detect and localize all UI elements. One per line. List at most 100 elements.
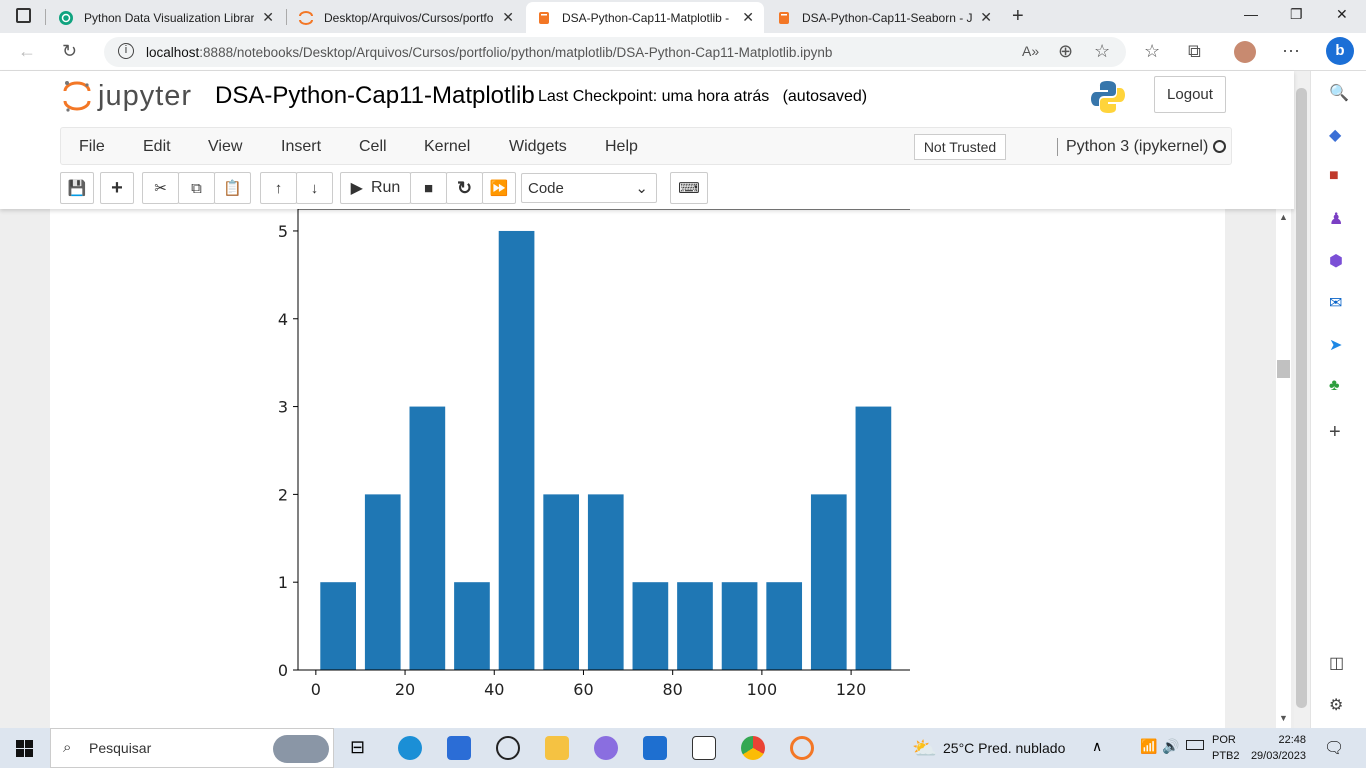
- close-tab-icon[interactable]: ✕: [262, 9, 274, 26]
- tab-matplotlib[interactable]: DSA-Python-Cap11-Matplotlib - ✕: [526, 2, 764, 33]
- windows-taskbar: ⌕ Pesquisar ⊟ ⛅ 25°C Pred. nublado ∧ 📶 🔊…: [0, 728, 1366, 768]
- volume-icon[interactable]: 🔊: [1162, 738, 1179, 755]
- notebook-scrollbar[interactable]: ▲ ▼: [1276, 209, 1291, 728]
- y-tick-label-2: 2: [278, 485, 288, 504]
- python-logo-icon: [1091, 81, 1125, 113]
- close-window-icon[interactable]: ✕: [1336, 6, 1348, 23]
- copilot-icon[interactable]: [594, 736, 618, 760]
- jupyter-logo[interactable]: jupyter: [62, 79, 192, 113]
- menu-widgets[interactable]: Widgets: [509, 138, 567, 156]
- url-host: localhost: [146, 44, 200, 60]
- copy-button[interactable]: ⧉: [178, 172, 215, 204]
- menu-kernel[interactable]: Kernel: [424, 138, 470, 156]
- collections-icon[interactable]: ⧉: [1188, 41, 1201, 62]
- outlook-icon[interactable]: ✉: [1329, 293, 1342, 313]
- paste-button[interactable]: 📋: [214, 172, 251, 204]
- dell-icon[interactable]: [496, 736, 520, 760]
- add-icon[interactable]: +: [1329, 421, 1341, 444]
- new-tab-icon[interactable]: +: [1012, 5, 1024, 28]
- jupyter-taskbar-icon[interactable]: [790, 736, 814, 760]
- send-icon[interactable]: ➤: [1329, 335, 1342, 355]
- run-button[interactable]: ▶ Run: [340, 172, 411, 204]
- kernel-status-icon: [1213, 140, 1226, 153]
- zoom-icon[interactable]: ⊕: [1058, 41, 1073, 62]
- tray-chevron-icon[interactable]: ∧: [1092, 738, 1102, 755]
- menu-insert[interactable]: Insert: [281, 138, 321, 156]
- logout-button[interactable]: Logout: [1154, 76, 1226, 113]
- sidebar-layout-icon[interactable]: ◫: [1329, 653, 1344, 673]
- search-icon[interactable]: 🔍: [1329, 83, 1349, 103]
- info-icon[interactable]: i: [118, 43, 134, 59]
- insert-cell-button[interactable]: +: [100, 172, 134, 204]
- save-button[interactable]: 💾: [60, 172, 94, 204]
- notifications-icon[interactable]: 🗨: [1324, 738, 1344, 758]
- move-down-button[interactable]: ↓: [296, 172, 333, 204]
- arrow-up-icon: ↑: [274, 179, 283, 197]
- restart-run-all-button[interactable]: ⏩: [482, 172, 516, 204]
- tab-seaborn[interactable]: DSA-Python-Cap11-Seaborn - Ju ✕: [766, 2, 1002, 33]
- tab-actions-icon[interactable]: [16, 8, 31, 23]
- restart-button[interactable]: ↻: [446, 172, 483, 204]
- command-palette-button[interactable]: ⌨: [670, 172, 708, 204]
- url-path: :8888/notebooks/Desktop/Arquivos/Cursos/…: [199, 44, 833, 60]
- menu-help[interactable]: Help: [605, 138, 638, 156]
- office-icon[interactable]: ⬢: [1329, 251, 1343, 271]
- games-icon[interactable]: ♟: [1329, 209, 1343, 229]
- notebook-scrollbar-thumb[interactable]: [1277, 360, 1290, 378]
- taskbar-search[interactable]: ⌕ Pesquisar: [50, 728, 334, 768]
- menu-file[interactable]: File: [79, 138, 105, 156]
- clock[interactable]: 22:48 29/03/2023: [1248, 732, 1306, 764]
- scroll-down-icon[interactable]: ▼: [1279, 713, 1288, 723]
- lang-2: PTB2: [1212, 750, 1240, 762]
- network-icon[interactable]: 📶: [1140, 738, 1157, 755]
- move-up-button[interactable]: ↑: [260, 172, 297, 204]
- bing-icon[interactable]: b: [1326, 37, 1354, 65]
- cell-type-select[interactable]: Code ⌄: [521, 173, 657, 203]
- close-tab-icon[interactable]: ✕: [742, 9, 754, 26]
- notebook-name[interactable]: DSA-Python-Cap11-Matplotlib: [215, 82, 535, 110]
- notepad-icon[interactable]: [692, 736, 716, 760]
- weather-text[interactable]: 25°C Pred. nublado: [943, 740, 1065, 756]
- close-tab-icon[interactable]: ✕: [502, 9, 514, 26]
- x-tick-label-1: 20: [395, 680, 415, 699]
- menu-view[interactable]: View: [208, 138, 242, 156]
- windows-start-icon[interactable]: [16, 740, 33, 757]
- tools-icon[interactable]: ■: [1329, 167, 1339, 185]
- bar-2: [409, 406, 446, 670]
- input-language[interactable]: POR PTB2: [1212, 732, 1240, 764]
- url-field[interactable]: i localhost:8888/notebooks/Desktop/Arqui…: [104, 37, 1126, 67]
- shopping-icon[interactable]: ◆: [1329, 125, 1341, 145]
- restore-icon[interactable]: ❐: [1290, 6, 1303, 23]
- tab-python-data-viz[interactable]: Python Data Visualization Library ✕: [48, 2, 284, 33]
- tree-icon[interactable]: ♣: [1329, 377, 1340, 395]
- chrome-icon[interactable]: [741, 736, 765, 760]
- reload-icon[interactable]: ↻: [62, 41, 77, 62]
- settings-icon[interactable]: ⚙: [1329, 695, 1343, 715]
- close-tab-icon[interactable]: ✕: [980, 9, 992, 26]
- x-tick-label-6: 120: [836, 680, 867, 699]
- add-favorite-icon[interactable]: ☆: [1094, 41, 1110, 62]
- menu-cell[interactable]: Cell: [359, 138, 387, 156]
- cut-button[interactable]: ✂: [142, 172, 179, 204]
- task-view-icon[interactable]: ⊟: [350, 737, 365, 758]
- interrupt-button[interactable]: ■: [410, 172, 447, 204]
- bar-9: [721, 582, 758, 670]
- file-explorer-icon[interactable]: [545, 736, 569, 760]
- read-aloud-icon[interactable]: A»: [1022, 43, 1039, 59]
- edge-icon[interactable]: [398, 736, 422, 760]
- minimize-icon[interactable]: —: [1244, 6, 1258, 22]
- more-options-icon[interactable]: ⋯: [1282, 41, 1300, 62]
- page-scrollbar-thumb[interactable]: [1296, 88, 1307, 708]
- kernel-name[interactable]: Python 3 (ipykernel): [1057, 138, 1208, 156]
- scroll-up-icon[interactable]: ▲: [1279, 212, 1288, 222]
- battery-icon[interactable]: [1186, 740, 1204, 750]
- store-icon[interactable]: [447, 736, 471, 760]
- mail-icon[interactable]: [643, 736, 667, 760]
- menu-edit[interactable]: Edit: [143, 138, 171, 156]
- profile-avatar[interactable]: [1234, 41, 1256, 63]
- favorites-icon[interactable]: ☆: [1144, 41, 1160, 62]
- back-icon[interactable]: ←: [18, 41, 36, 62]
- not-trusted-button[interactable]: Not Trusted: [914, 134, 1006, 160]
- bar-1: [364, 494, 401, 670]
- tab-desktop-arquivos[interactable]: Desktop/Arquivos/Cursos/portfo ✕: [288, 2, 524, 33]
